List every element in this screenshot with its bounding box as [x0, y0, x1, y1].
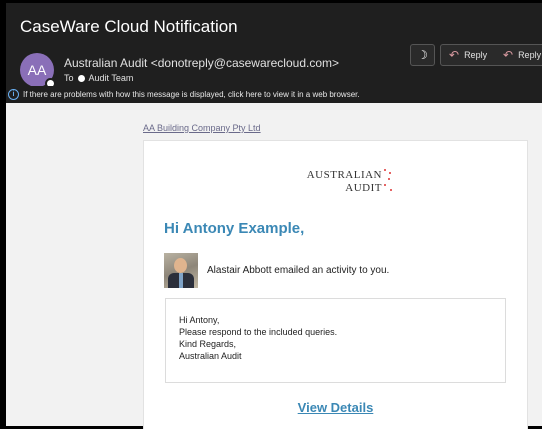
company-logo: AUSTRALIAN AUDIT	[307, 169, 382, 195]
activity-text: Alastair Abbott emailed an activity to y…	[207, 265, 390, 276]
notification-card: AUSTRALIAN AUDIT Hi Antony Example, Alas…	[143, 140, 528, 429]
message-line: Hi Antony,	[179, 315, 220, 325]
greeting-heading: Hi Antony Example,	[164, 220, 305, 237]
company-link[interactable]: AA Building Company Pty Ltd	[143, 123, 261, 133]
reply-all-label: Reply	[518, 50, 542, 60]
view-details-link[interactable]: View Details	[144, 400, 527, 415]
message-box: Hi Antony, Please respond to the include…	[165, 298, 506, 383]
logo-dots-icon	[382, 167, 394, 197]
reply-icon: ↶	[449, 48, 460, 62]
reply-label: Reply	[464, 50, 488, 60]
sender-address[interactable]: Australian Audit <donotreply@casewareclo…	[64, 56, 339, 70]
recipient-presence-icon	[77, 74, 85, 82]
info-icon: i	[8, 88, 19, 100]
to-recipient[interactable]: Audit Team	[89, 73, 134, 83]
reply-all-button[interactable]: ↶ Reply	[495, 44, 542, 66]
info-bar-text[interactable]: If there are problems with how this mess…	[23, 90, 360, 99]
reply-all-icon: ↶	[503, 48, 514, 62]
sender-photo	[164, 253, 198, 288]
email-subject: CaseWare Cloud Notification	[20, 17, 238, 36]
logo-line2: AUDIT	[345, 182, 382, 194]
moon-icon: ☽	[417, 48, 428, 62]
email-body: AA Building Company Pty Ltd AUSTRALIAN A…	[6, 103, 542, 429]
message-line: Please respond to the included queries.	[179, 327, 338, 337]
info-bar[interactable]: i If there are problems with how this me…	[6, 86, 542, 102]
recipient-line: To Audit Team	[64, 73, 133, 83]
dark-mode-button[interactable]: ☽	[410, 44, 435, 66]
to-label: To	[64, 73, 74, 83]
reply-button[interactable]: ↶ Reply	[440, 44, 496, 66]
message-line: Australian Audit	[179, 351, 242, 361]
logo-line1: AUSTRALIAN	[306, 169, 382, 181]
message-line: Kind Regards,	[179, 339, 237, 349]
